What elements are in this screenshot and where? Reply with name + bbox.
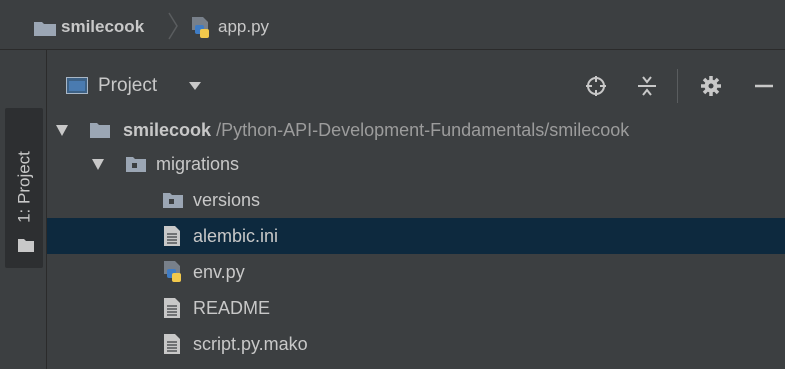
expand-arrow-icon[interactable] — [92, 159, 104, 170]
tree-item-versions[interactable]: versions — [47, 182, 785, 218]
tree-item-label: README — [193, 298, 271, 318]
toolbar-divider — [677, 69, 678, 103]
text-file-icon — [164, 226, 180, 246]
chevron-down-icon[interactable] — [189, 81, 201, 91]
python-file-icon — [192, 17, 209, 38]
tool-window-strip: 1: Project — [0, 50, 47, 369]
folder-icon — [126, 157, 146, 172]
tree-item-label: versions — [193, 190, 261, 210]
project-view-selector[interactable]: Project — [98, 73, 157, 99]
tree-item-label: env.py — [193, 262, 245, 282]
tree-item-label: alembic.ini — [193, 226, 279, 246]
tree-item-alembic-ini[interactable]: alembic.ini — [47, 218, 785, 254]
tree-item-script-py-mako[interactable]: script.py.mako — [47, 326, 785, 362]
tree-item-readme[interactable]: README — [47, 290, 785, 326]
text-file-icon — [164, 298, 180, 318]
folder-icon — [90, 123, 110, 138]
locate-icon[interactable] — [585, 75, 607, 97]
project-toolbar: Project — [47, 50, 785, 110]
tree-item-label: smilecook /Python-API-Development-Fundam… — [123, 117, 629, 143]
folder-icon — [18, 239, 34, 252]
tree-item-env-py[interactable]: env.py — [47, 254, 785, 290]
breadcrumb-root[interactable]: smilecook — [61, 14, 144, 40]
tree-item-label: script.py.mako — [193, 334, 308, 354]
tree-item-smilecook[interactable]: smilecook /Python-API-Development-Fundam… — [47, 112, 785, 148]
expand-arrow-icon[interactable] — [56, 125, 68, 136]
gear-icon[interactable] — [700, 75, 722, 97]
project-path: /Python-API-Development-Fundamentals/smi… — [216, 120, 630, 140]
folder-icon — [34, 22, 56, 36]
hide-icon[interactable] — [753, 75, 775, 97]
project-tool-tab-label: 1: Project — [14, 151, 34, 223]
breadcrumb: smilecook app.py — [0, 0, 785, 50]
project-view-icon — [66, 77, 88, 94]
python-file-icon — [164, 261, 181, 282]
breadcrumb-separator-icon — [168, 12, 178, 40]
text-file-icon — [164, 334, 180, 354]
tree-item-label: migrations — [156, 154, 240, 174]
project-tree: smilecook /Python-API-Development-Fundam… — [47, 110, 785, 369]
breadcrumb-file[interactable]: app.py — [218, 14, 269, 40]
project-name: smilecook — [123, 120, 212, 140]
tree-item-migrations[interactable]: migrations — [47, 146, 785, 182]
project-tool-tab[interactable]: 1: Project — [5, 108, 43, 268]
collapse-icon[interactable] — [636, 75, 658, 97]
folder-icon — [163, 193, 183, 208]
